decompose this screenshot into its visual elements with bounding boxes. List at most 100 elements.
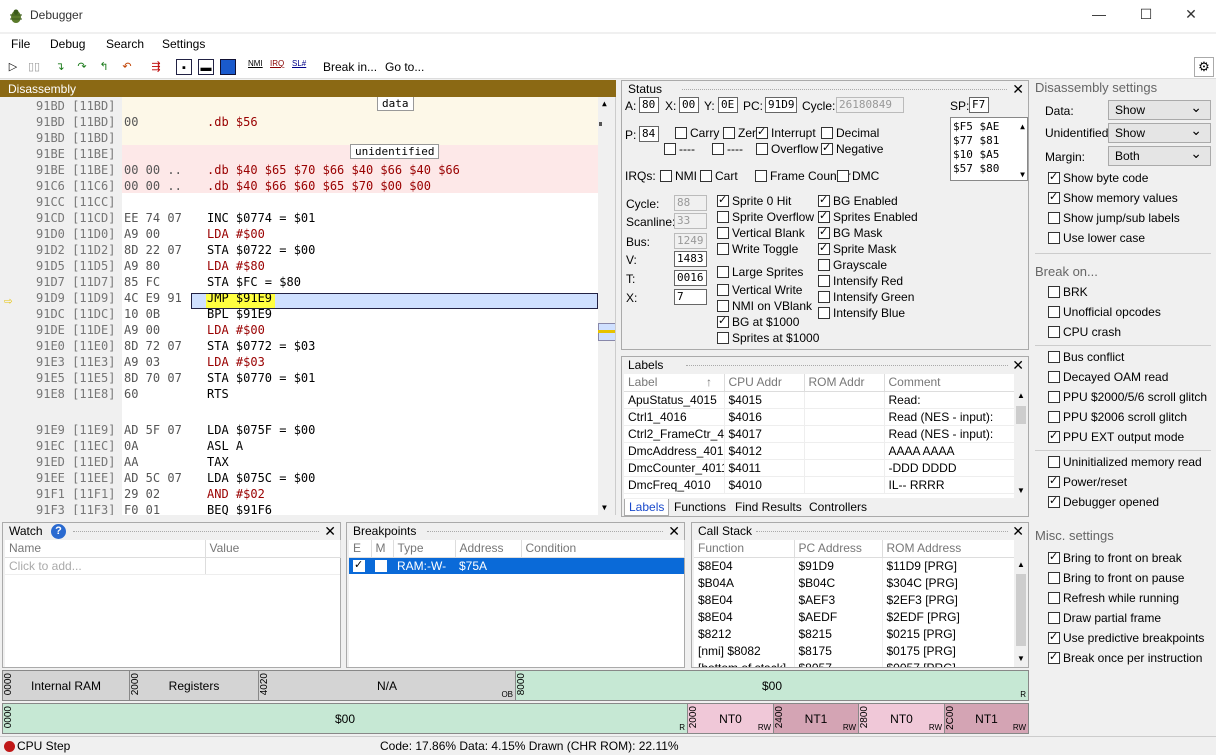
ppu-mid-1-checkbox[interactable] xyxy=(717,211,729,223)
bp-col-address[interactable]: Address xyxy=(455,540,522,558)
bp-col-type[interactable]: Type xyxy=(393,540,456,558)
watch-col-name[interactable]: Name xyxy=(5,540,206,558)
tab-find-results[interactable]: Find Results xyxy=(735,500,802,514)
disasm-row[interactable]: 91F1 [11F1] 29 02 AND #$02 xyxy=(30,486,598,502)
misc-opt-3-checkbox[interactable] xyxy=(1048,612,1060,624)
nmi-button[interactable]: NMI xyxy=(248,59,263,68)
callstack-row[interactable]: $8E04 $AEDF $2EDF [PRG] xyxy=(694,608,1015,625)
break-opt-3-checkbox[interactable] xyxy=(1048,351,1060,363)
disasm-row[interactable]: 91E0 [11E0] 8D 72 07 STA $0772 = $03 xyxy=(30,338,598,354)
ppu-right-3-checkbox[interactable] xyxy=(818,241,830,255)
label-row[interactable]: DmcCounter_4011 $4011 -DDD DDDD xyxy=(624,459,1015,477)
margin-select[interactable]: Both xyxy=(1108,145,1211,166)
ppu-mid-3[interactable]: Write Toggle xyxy=(717,242,798,256)
misc-opt-3[interactable]: Draw partial frame xyxy=(1048,611,1161,625)
label-row[interactable]: Ctrl1_4016 $4016 Read (NES - input): xyxy=(624,408,1015,426)
break-opt-1-checkbox[interactable] xyxy=(1048,306,1060,318)
watch-add-placeholder[interactable]: Click to add... xyxy=(5,557,206,575)
ppu-right-7[interactable]: Intensify Blue xyxy=(818,306,905,320)
ppu-right-3[interactable]: Sprite Mask xyxy=(818,241,896,256)
irq-button[interactable]: IRQ xyxy=(270,59,284,68)
ppu-right-2[interactable]: BG Mask xyxy=(818,225,882,240)
menu-debug[interactable]: Debug xyxy=(50,37,85,51)
disasm-row[interactable]: 91E9 [11E9] AD 5F 07 LDA $075F = $00 xyxy=(30,422,598,438)
disasm-row[interactable]: 91CC [11CC] xyxy=(30,194,598,210)
labels-col-2[interactable]: ROM Addr xyxy=(804,374,885,392)
data-select[interactable]: Show xyxy=(1108,99,1211,120)
break-opt-8-checkbox[interactable] xyxy=(1048,456,1060,468)
callstack-row[interactable]: $8E04 $91D9 $11D9 [PRG] xyxy=(694,557,1015,574)
ppu-mid-0[interactable]: Sprite 0 Hit xyxy=(717,193,791,208)
flag-4[interactable]: ---- xyxy=(664,142,695,156)
tab-controllers[interactable]: Controllers xyxy=(809,500,867,514)
disassembly-scrollbar[interactable]: ▲ ▼ xyxy=(598,97,615,515)
run-ppu-icon[interactable] xyxy=(220,59,236,75)
breakpoints-table[interactable]: E M Type Address Condition RAM:-W- $75A xyxy=(349,540,685,667)
cs-col-2[interactable]: ROM Address xyxy=(882,540,1015,558)
break-opt-6[interactable]: PPU $2006 scroll glitch xyxy=(1048,410,1187,424)
disasm-opt-1[interactable]: Show memory values xyxy=(1048,190,1178,205)
bp-mark-cell[interactable] xyxy=(371,557,393,574)
disasm-row[interactable]: 91D9 [11D9] 4C E9 91 JMP $91E9 xyxy=(30,290,598,306)
break-opt-2-checkbox[interactable] xyxy=(1048,326,1060,338)
ppu-right-1-checkbox[interactable] xyxy=(818,209,830,223)
ppu-mid-0-checkbox[interactable] xyxy=(717,193,729,207)
breakpoints-close-icon[interactable]: ✕ xyxy=(668,523,680,539)
misc-opt-5[interactable]: Break once per instruction xyxy=(1048,650,1202,665)
flag-4-checkbox[interactable] xyxy=(664,143,676,155)
ppu-right-0-checkbox[interactable] xyxy=(818,193,830,207)
disasm-opt-0-checkbox[interactable] xyxy=(1048,170,1060,184)
reg-p-field[interactable]: 84 xyxy=(639,126,659,142)
labels-scrollbar[interactable]: ▲ ▼ xyxy=(1014,374,1028,498)
misc-opt-0[interactable]: Bring to front on break xyxy=(1048,550,1182,565)
callstack-row[interactable]: $8E04 $AEF3 $2EF3 [PRG] xyxy=(694,591,1015,608)
reg-x-field[interactable]: 00 xyxy=(679,97,699,113)
irq-0[interactable]: NMI xyxy=(660,169,697,183)
ppu-right-0[interactable]: BG Enabled xyxy=(818,193,898,208)
ppu-mid-8[interactable]: Sprites at $1000 xyxy=(717,331,819,345)
disassembly-view[interactable]: ⇨ data unidentified 91BD [11BD] 91BD [11B… xyxy=(0,97,616,515)
scroll-down-arrow-icon[interactable]: ▼ xyxy=(602,503,607,512)
break-opt-7-checkbox[interactable] xyxy=(1048,429,1060,443)
label-row[interactable]: DmcFreq_4010 $4010 IL-- RRRR xyxy=(624,476,1015,494)
ppu-mid-6[interactable]: NMI on VBlank xyxy=(717,299,812,313)
scroll-up-arrow-icon[interactable]: ▲ xyxy=(602,99,607,108)
flag-3-checkbox[interactable] xyxy=(821,127,833,139)
ppu-right-4[interactable]: Grayscale xyxy=(818,258,887,272)
step-out-icon[interactable]: ↰ xyxy=(96,59,112,75)
ppu-right-4-checkbox[interactable] xyxy=(818,259,830,271)
bp-mark-checkbox[interactable] xyxy=(375,559,387,572)
pause-icon[interactable]: ▯▯ xyxy=(26,59,42,75)
run-frame-icon[interactable]: ▪ xyxy=(176,59,192,75)
disasm-row[interactable]: 91EC [11EC] 0A ASL A xyxy=(30,438,598,454)
labels-table[interactable]: Label CPU Addr ROM Addr Comment ApuStatus_40… xyxy=(624,374,1028,498)
step-back-icon[interactable]: ↶ xyxy=(119,59,135,75)
disasm-row[interactable]: 91F3 [11F3] F0 01 BEQ $91F6 xyxy=(30,502,598,515)
flag-2[interactable]: Interrupt xyxy=(756,125,816,140)
break-opt-10[interactable]: Debugger opened xyxy=(1048,494,1159,509)
labels-scroll-up-icon[interactable]: ▲ xyxy=(1017,391,1025,400)
cs-col-0[interactable]: Function xyxy=(694,540,795,558)
disasm-row[interactable]: 91E5 [11E5] 8D 70 07 STA $0770 = $01 xyxy=(30,370,598,386)
go-to-button[interactable]: Go to... xyxy=(385,60,424,74)
ppu-right-2-checkbox[interactable] xyxy=(818,225,830,239)
cs-col-1[interactable]: PC Address xyxy=(794,540,883,558)
minimize-button[interactable]: — xyxy=(1084,6,1114,22)
break-in-button[interactable]: Break in... xyxy=(323,60,377,74)
reg-sp-field[interactable]: F7 xyxy=(969,97,989,113)
run-to-icon[interactable]: ⇶ xyxy=(148,59,164,75)
callstack-scroll-thumb[interactable] xyxy=(1016,574,1026,646)
disasm-opt-3-checkbox[interactable] xyxy=(1048,232,1060,244)
flag-0-checkbox[interactable] xyxy=(675,127,687,139)
ppu-mid-2[interactable]: Vertical Blank xyxy=(717,226,805,240)
callstack-row[interactable]: [bottom of stack]$8057$0057 [PRG] xyxy=(694,659,1015,667)
break-opt-7[interactable]: PPU EXT output mode xyxy=(1048,429,1184,444)
flag-7-checkbox[interactable] xyxy=(821,141,833,155)
bp-col-m[interactable]: M xyxy=(371,540,394,558)
labels-col-3[interactable]: Comment xyxy=(884,374,1015,392)
disasm-row[interactable]: 91E8 [11E8] 60 RTS xyxy=(30,386,598,402)
ppu-right-6-checkbox[interactable] xyxy=(818,291,830,303)
scanline-button[interactable]: SL# xyxy=(292,59,306,68)
break-opt-5[interactable]: PPU $2000/5/6 scroll glitch xyxy=(1048,390,1207,404)
disasm-row[interactable]: 91ED [11ED] AA TAX xyxy=(30,454,598,470)
